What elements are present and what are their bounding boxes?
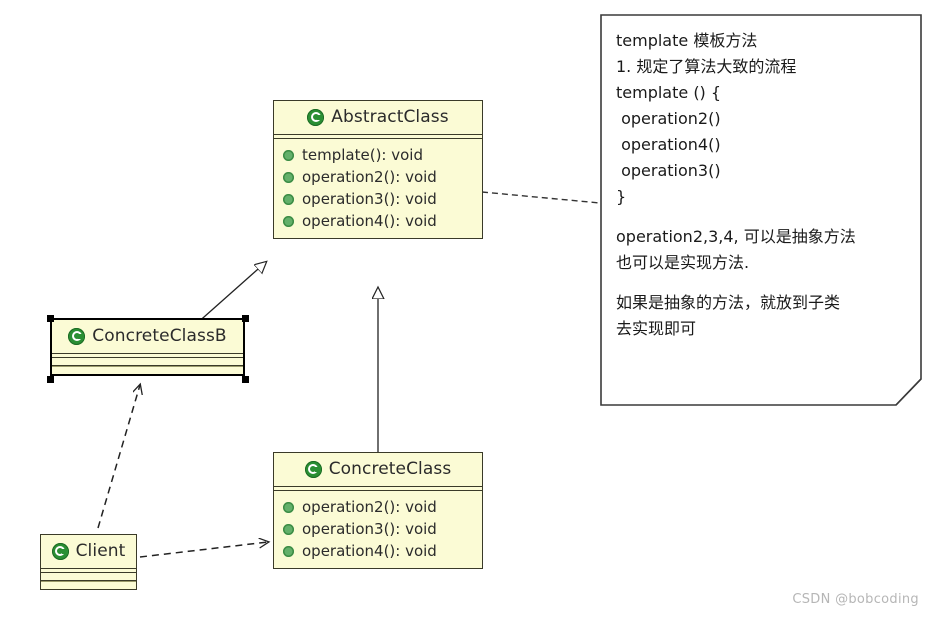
method-bullet-icon: [283, 193, 294, 205]
member-label: operation3(): void: [302, 190, 437, 208]
class-title-row: ConcreteClassB: [52, 320, 243, 353]
class-name-label: AbstractClass: [331, 107, 449, 127]
member-label: operation3(): void: [302, 520, 437, 538]
empty-members-compartment: [52, 367, 243, 374]
class-members: operation2(): void operation3(): void op…: [274, 491, 482, 568]
class-c-icon: [307, 108, 325, 126]
class-box-concreteclassb[interactable]: ConcreteClassB: [50, 318, 245, 376]
empty-members-compartment: [52, 358, 243, 365]
class-name-label: Client: [75, 541, 126, 561]
note-line: 1. 规定了算法大致的流程: [616, 57, 797, 76]
watermark-label: CSDN @bobcoding: [792, 592, 919, 607]
method-bullet-icon: [283, 215, 294, 227]
member-row[interactable]: operation4(): void: [274, 540, 482, 562]
note-line: 去实现即可: [616, 319, 697, 338]
class-title-row: Client: [41, 535, 136, 568]
class-title-row: AbstractClass: [274, 101, 482, 134]
diagram-canvas: AbstractClass template(): void operation…: [0, 0, 931, 617]
selection-handle-top-right[interactable]: [242, 315, 249, 322]
note-box-template[interactable]: template 模板方法 1. 规定了算法大致的流程 template () …: [600, 14, 922, 406]
class-title-row: ConcreteClass: [274, 453, 482, 486]
edge-client-dependency-concrete[interactable]: [139, 542, 268, 558]
member-label: operation4(): void: [302, 212, 437, 230]
method-bullet-icon: [283, 501, 294, 513]
member-label: operation4(): void: [302, 542, 437, 560]
note-text-body: template 模板方法 1. 规定了算法大致的流程 template () …: [600, 14, 922, 356]
note-line: template () {: [616, 83, 722, 102]
member-row[interactable]: operation3(): void: [274, 188, 482, 210]
selection-handle-top-left[interactable]: [47, 315, 54, 322]
empty-members-compartment: [41, 582, 136, 589]
note-line: 也可以是实现方法.: [616, 253, 750, 272]
class-box-client[interactable]: Client: [40, 534, 137, 590]
member-row[interactable]: operation2(): void: [274, 166, 482, 188]
member-row[interactable]: template(): void: [274, 144, 482, 166]
class-c-icon: [68, 327, 86, 345]
note-line: template 模板方法: [616, 31, 758, 50]
note-line: 如果是抽象的方法，就放到子类: [616, 293, 841, 312]
method-bullet-icon: [283, 523, 294, 535]
selection-handle-bottom-left[interactable]: [47, 376, 54, 383]
edge-client-dependency-b[interactable]: [97, 385, 140, 529]
note-line: }: [616, 187, 627, 206]
method-bullet-icon: [283, 545, 294, 557]
note-line: operation4(): [616, 135, 721, 154]
member-row[interactable]: operation3(): void: [274, 518, 482, 540]
member-label: operation2(): void: [302, 168, 437, 186]
note-line-blank: [616, 210, 906, 224]
class-members: template(): void operation2(): void oper…: [274, 139, 482, 238]
method-bullet-icon: [283, 171, 294, 183]
member-row[interactable]: operation4(): void: [274, 210, 482, 232]
member-label: template(): void: [302, 146, 423, 164]
note-line: operation2(): [616, 109, 721, 128]
member-label: operation2(): void: [302, 498, 437, 516]
class-name-label: ConcreteClassB: [92, 326, 227, 346]
edge-note-anchor[interactable]: [481, 191, 601, 204]
class-c-icon: [304, 460, 322, 478]
class-c-icon: [51, 542, 69, 560]
selection-handle-bottom-right[interactable]: [242, 376, 249, 383]
note-line-blank: [616, 276, 906, 290]
note-line: operation2,3,4, 可以是抽象方法: [616, 227, 856, 246]
class-box-concreteclass[interactable]: ConcreteClass operation2(): void operati…: [273, 452, 483, 569]
method-bullet-icon: [283, 149, 294, 161]
edge-concreteclassb-generalization[interactable]: [194, 262, 266, 326]
class-name-label: ConcreteClass: [328, 459, 452, 479]
note-line: operation3(): [616, 161, 721, 180]
class-box-abstractclass[interactable]: AbstractClass template(): void operation…: [273, 100, 483, 239]
member-row[interactable]: operation2(): void: [274, 496, 482, 518]
empty-members-compartment: [41, 573, 136, 580]
